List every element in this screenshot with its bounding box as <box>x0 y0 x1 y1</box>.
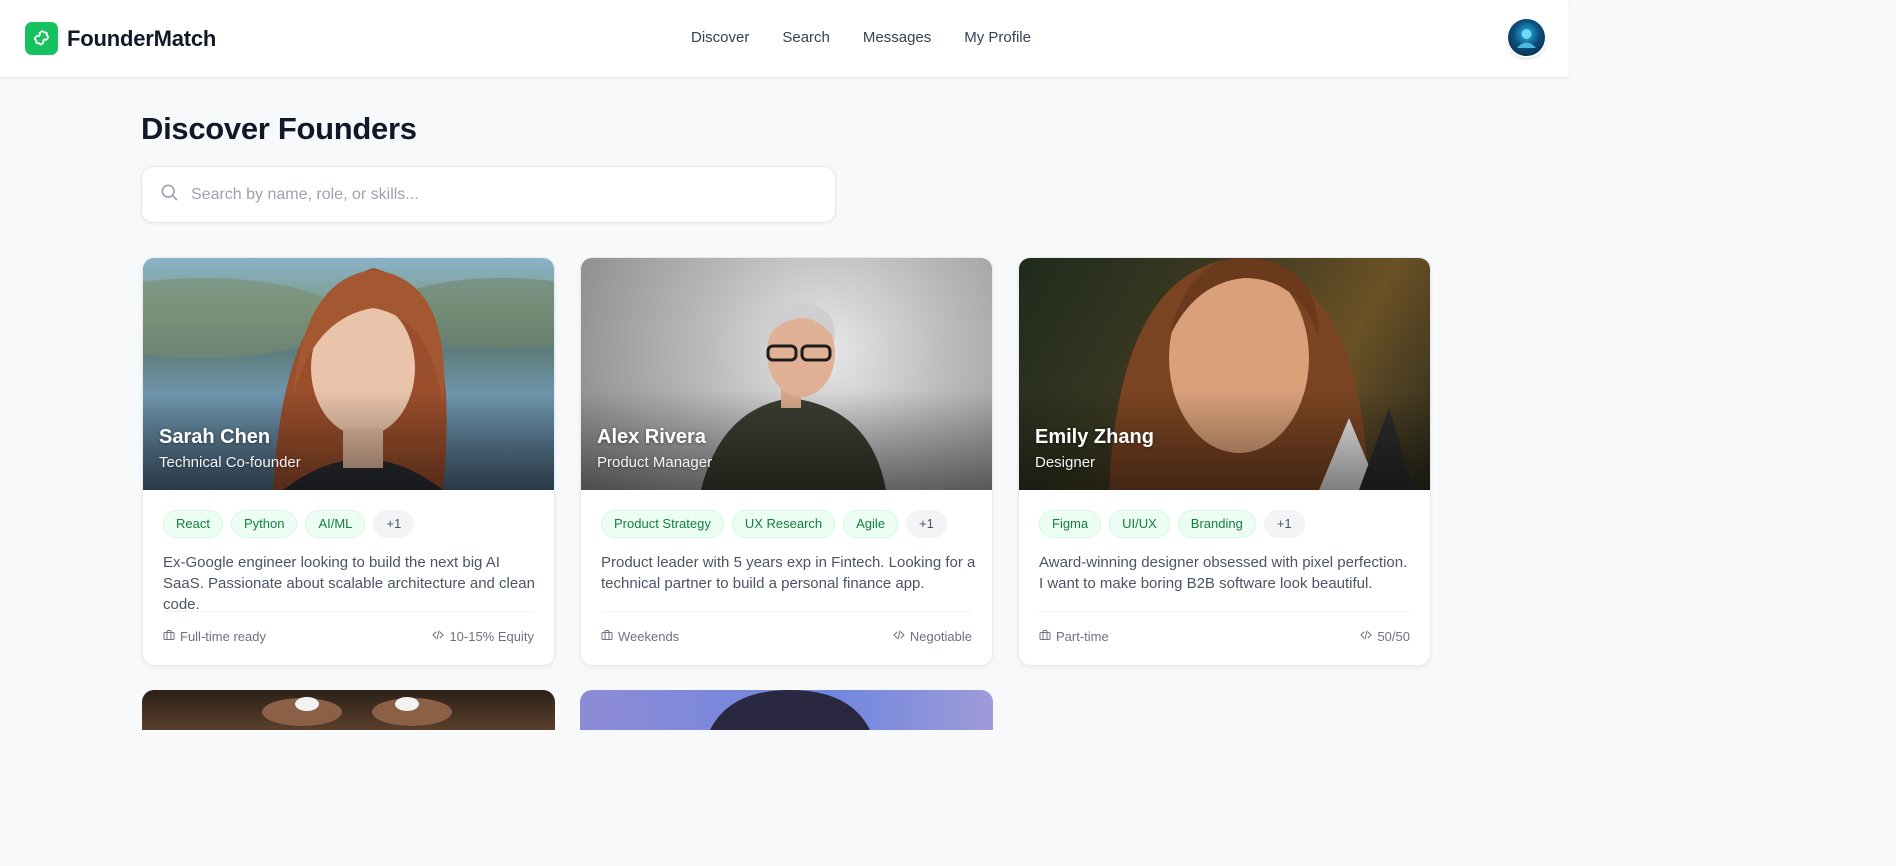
more-skills-tag: +1 <box>1263 510 1305 538</box>
availability: Weekends <box>601 629 679 644</box>
skill-tag: UX Research <box>731 510 836 538</box>
skill-tag: React <box>163 510 223 538</box>
search-input[interactable] <box>191 185 791 204</box>
skill-tag: AI/ML <box>305 510 366 538</box>
equity: 10-15% Equity <box>432 629 534 644</box>
brand-name: FounderMatch <box>67 25 217 51</box>
more-skills-tag: +1 <box>373 510 415 538</box>
founder-card-partial[interactable] <box>580 690 993 730</box>
founder-bio: Product leader with 5 years exp in Finte… <box>601 554 976 592</box>
founder-photo: Sarah Chen Technical Co-founder <box>143 258 554 490</box>
equity-text: 10-15% Equity <box>449 629 534 644</box>
equity: Negotiable <box>893 629 972 644</box>
founder-name: Alex Rivera <box>597 426 706 448</box>
availability: Full-time ready <box>163 629 266 644</box>
availability: Part-time <box>1039 629 1109 644</box>
availability-text: Part-time <box>1056 629 1109 644</box>
user-avatar[interactable] <box>1508 19 1545 56</box>
founder-photo: Alex Rivera Product Manager <box>581 258 992 490</box>
nav-messages[interactable]: Messages <box>863 29 931 46</box>
briefcase-icon <box>163 629 175 644</box>
puzzle-icon <box>25 22 58 55</box>
founder-card[interactable]: Sarah Chen Technical Co-founder React Py… <box>142 257 555 666</box>
skill-tag: Branding <box>1177 510 1256 538</box>
code-icon <box>1360 629 1373 644</box>
nav-discover[interactable]: Discover <box>691 29 749 46</box>
divider <box>601 611 972 612</box>
skill-tag: UI/UX <box>1109 510 1170 538</box>
skill-tags: React Python AI/ML +1 <box>163 510 415 538</box>
page-title: Discover Founders <box>141 111 417 146</box>
code-icon <box>432 629 445 644</box>
search-icon <box>159 182 179 207</box>
code-icon <box>893 629 905 644</box>
founder-photo: Emily Zhang Designer <box>1019 258 1430 490</box>
equity-text: Negotiable <box>909 629 972 644</box>
more-skills-tag: +1 <box>906 510 947 538</box>
nav-search[interactable]: Search <box>782 29 830 46</box>
skill-tag: Agile <box>843 510 899 538</box>
equity: 50/50 <box>1360 629 1410 644</box>
availability-text: Weekends <box>618 629 680 644</box>
skill-tag: Product Strategy <box>601 510 724 538</box>
divider <box>1039 611 1410 612</box>
founder-role: Technical Co-founder <box>159 454 301 471</box>
skill-tags: Product Strategy UX Research Agile +1 <box>601 510 947 538</box>
briefcase-icon <box>1039 629 1051 644</box>
availability-text: Full-time ready <box>180 629 266 644</box>
search-bar[interactable] <box>141 166 836 223</box>
divider <box>163 611 534 612</box>
founder-role: Designer <box>1035 454 1096 471</box>
skill-tag: Figma <box>1039 510 1102 538</box>
briefcase-icon <box>601 629 613 644</box>
nav-my-profile[interactable]: My Profile <box>964 29 1031 46</box>
founder-bio: Award-winning designer obsessed with pix… <box>1039 554 1408 592</box>
founder-card-partial[interactable] <box>142 690 555 730</box>
founder-role: Product Manager <box>597 454 713 471</box>
founder-card[interactable]: Alex Rivera Product Manager Product Stra… <box>580 257 993 666</box>
skill-tags: Figma UI/UX Branding +1 <box>1039 510 1305 538</box>
founder-name: Emily Zhang <box>1035 426 1154 448</box>
skill-tag: Python <box>230 510 298 538</box>
equity-text: 50/50 <box>1377 629 1410 644</box>
brand-logo[interactable]: FounderMatch <box>25 22 216 55</box>
founder-name: Sarah Chen <box>159 426 271 448</box>
main-nav: Discover Search Messages My Profile <box>691 29 1031 46</box>
founder-bio: Ex-Google engineer looking to build the … <box>163 554 535 613</box>
top-header: FounderMatch Discover Search Messages My… <box>0 0 1568 78</box>
founder-card[interactable]: Emily Zhang Designer Figma UI/UX Brandin… <box>1018 257 1431 666</box>
